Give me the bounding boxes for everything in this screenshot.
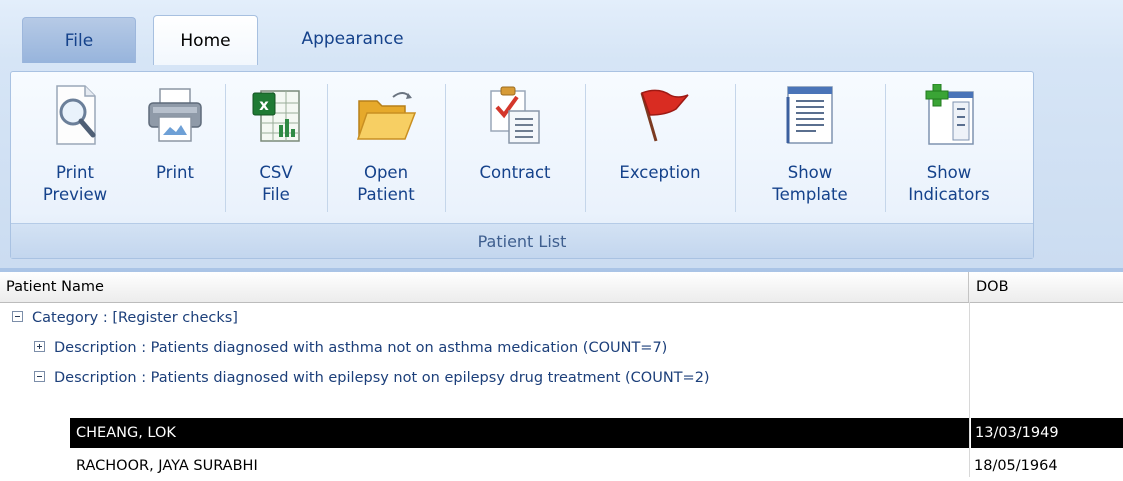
add-indicator-icon: [918, 82, 980, 148]
ribbon-separator: [327, 84, 328, 212]
svg-text:x: x: [259, 96, 269, 114]
tab-appearance[interactable]: Appearance: [275, 15, 430, 63]
contract-button[interactable]: Contract: [451, 82, 579, 222]
ribbon-group-label: Patient List: [11, 223, 1033, 258]
excel-csv-icon: x: [245, 82, 307, 148]
csv-file-button[interactable]: x CSV File: [231, 82, 321, 222]
print-preview-button[interactable]: Print Preview: [25, 82, 125, 222]
csv-file-label-2: File: [262, 185, 290, 204]
tab-file-label: File: [64, 30, 94, 51]
show-template-label-2: Template: [772, 185, 848, 204]
show-indicators-label-2: Indicators: [908, 185, 990, 204]
clipboard-checklist-icon: [484, 82, 546, 148]
collapse-icon[interactable]: [12, 311, 23, 322]
exception-label: Exception: [619, 163, 701, 182]
template-document-icon: [779, 82, 841, 148]
category-group-row[interactable]: Category : [Register checks]: [0, 303, 1123, 333]
patient-row[interactable]: CHEANG, LOK 13/03/1949: [70, 418, 1123, 448]
printer-icon: [144, 82, 206, 148]
red-flag-icon: [629, 82, 691, 148]
show-indicators-label-1: Show: [926, 163, 972, 182]
column-header-dob[interactable]: DOB: [970, 272, 1123, 302]
print-label: Print: [156, 163, 194, 182]
ribbon-group-patient-list: Print Preview Print x CSV File Open Pati…: [10, 71, 1034, 259]
ribbon-separator: [735, 84, 736, 212]
collapse-icon[interactable]: [34, 371, 45, 382]
show-template-label-1: Show: [787, 163, 833, 182]
exception-button[interactable]: Exception: [591, 82, 729, 222]
open-patient-button[interactable]: Open Patient: [333, 82, 439, 222]
show-indicators-button[interactable]: Show Indicators: [889, 82, 1009, 222]
tab-file[interactable]: File: [22, 17, 136, 63]
grid-header: Patient Name DOB: [0, 272, 1123, 303]
print-preview-label-2: Preview: [42, 185, 108, 204]
print-button[interactable]: Print: [129, 82, 221, 222]
group-label-text: Patient List: [477, 231, 567, 251]
show-template-button[interactable]: Show Template: [741, 82, 879, 222]
tab-home[interactable]: Home: [153, 15, 258, 65]
ribbon-tab-strip: File Home Appearance: [0, 0, 1123, 65]
ribbon-separator: [445, 84, 446, 212]
csv-file-label-1: CSV: [259, 163, 293, 182]
open-patient-label-1: Open: [363, 163, 409, 182]
ribbon-separator: [585, 84, 586, 212]
patient-name-cell: CHEANG, LOK: [70, 418, 969, 448]
print-preview-label-1: Print: [56, 163, 94, 182]
ribbon-separator: [225, 84, 226, 212]
column-header-patient-name[interactable]: Patient Name: [0, 272, 969, 302]
category-label: Category : [Register checks]: [32, 310, 238, 326]
expand-icon[interactable]: [34, 341, 45, 352]
description-group-row[interactable]: Description : Patients diagnosed with as…: [0, 333, 1123, 363]
ribbon-separator: [885, 84, 886, 212]
print-preview-icon: [44, 82, 106, 148]
open-folder-icon: [355, 82, 417, 148]
patient-dob-cell: 13/03/1949: [970, 418, 1123, 448]
description-group-row[interactable]: Description : Patients diagnosed with ep…: [0, 363, 1123, 393]
column-header-dob-label: DOB: [976, 279, 1009, 295]
column-header-patient-name-label: Patient Name: [6, 279, 104, 295]
tab-home-label: Home: [180, 30, 231, 51]
contract-label: Contract: [479, 163, 551, 182]
ribbon: File Home Appearance Print Preview Print…: [0, 0, 1123, 268]
patient-grid: Patient Name DOB Category : [Register ch…: [0, 268, 1123, 477]
tab-appearance-label: Appearance: [301, 29, 404, 49]
description-label: Description : Patients diagnosed with as…: [54, 340, 668, 356]
open-patient-label-2: Patient: [357, 185, 415, 204]
description-label: Description : Patients diagnosed with ep…: [54, 370, 710, 386]
